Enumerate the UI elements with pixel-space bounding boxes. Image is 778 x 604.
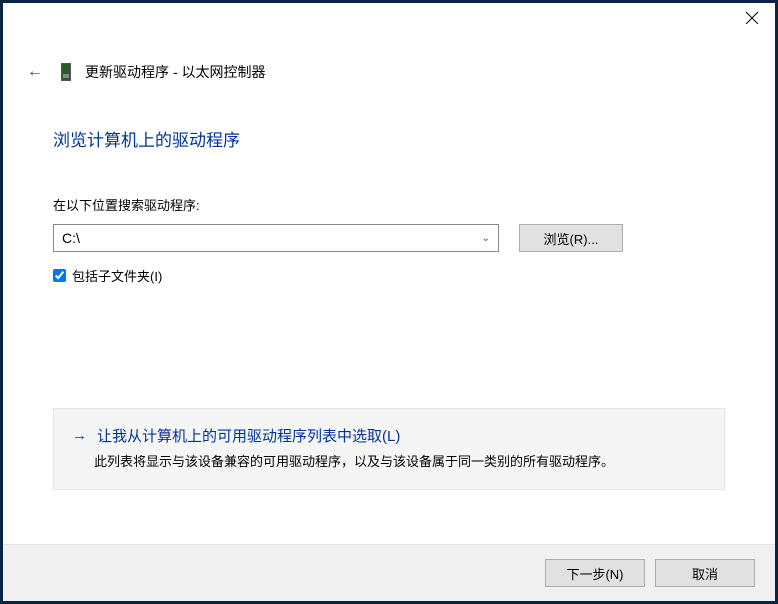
titlebar <box>3 3 775 43</box>
path-value: C:\ <box>62 230 80 246</box>
content-area: 浏览计算机上的驱动程序 在以下位置搜索驱动程序: C:\ ⌄ 浏览(R)... … <box>3 86 775 544</box>
pick-from-list-option[interactable]: → 让我从计算机上的可用驱动程序列表中选取(L) 此列表将显示与该设备兼容的可用… <box>53 408 725 491</box>
driver-update-wizard-window: ← 更新驱动程序 - 以太网控制器 浏览计算机上的驱动程序 在以下位置搜索驱动程… <box>3 3 775 601</box>
path-combobox[interactable]: C:\ ⌄ <box>53 224 499 252</box>
next-button[interactable]: 下一步(N) <box>545 559 645 587</box>
header-title: 更新驱动程序 - 以太网控制器 <box>85 62 265 82</box>
close-button[interactable] <box>729 3 775 33</box>
include-subfolders-label: 包括子文件夹(I) <box>72 266 162 285</box>
include-subfolders-checkbox[interactable] <box>53 269 66 282</box>
cancel-button[interactable]: 取消 <box>655 559 755 587</box>
close-icon <box>746 12 758 24</box>
option-title: 让我从计算机上的可用驱动程序列表中选取(L) <box>97 425 400 446</box>
search-location-label: 在以下位置搜索驱动程序: <box>53 195 725 214</box>
page-heading: 浏览计算机上的驱动程序 <box>53 126 725 151</box>
chevron-down-icon: ⌄ <box>482 233 490 244</box>
wizard-header: ← 更新驱动程序 - 以太网控制器 <box>3 58 775 86</box>
browse-button[interactable]: 浏览(R)... <box>519 224 623 252</box>
wizard-footer: 下一步(N) 取消 <box>3 544 775 601</box>
option-description: 此列表将显示与该设备兼容的可用驱动程序，以及与该设备属于同一类别的所有驱动程序。 <box>94 452 706 472</box>
option-title-row: → 让我从计算机上的可用驱动程序列表中选取(L) <box>72 425 706 446</box>
arrow-right-icon: → <box>72 427 87 444</box>
device-icon <box>61 63 71 81</box>
include-subfolders-row[interactable]: 包括子文件夹(I) <box>53 266 725 285</box>
path-row: C:\ ⌄ 浏览(R)... <box>53 224 725 252</box>
back-arrow-icon[interactable]: ← <box>27 64 43 80</box>
